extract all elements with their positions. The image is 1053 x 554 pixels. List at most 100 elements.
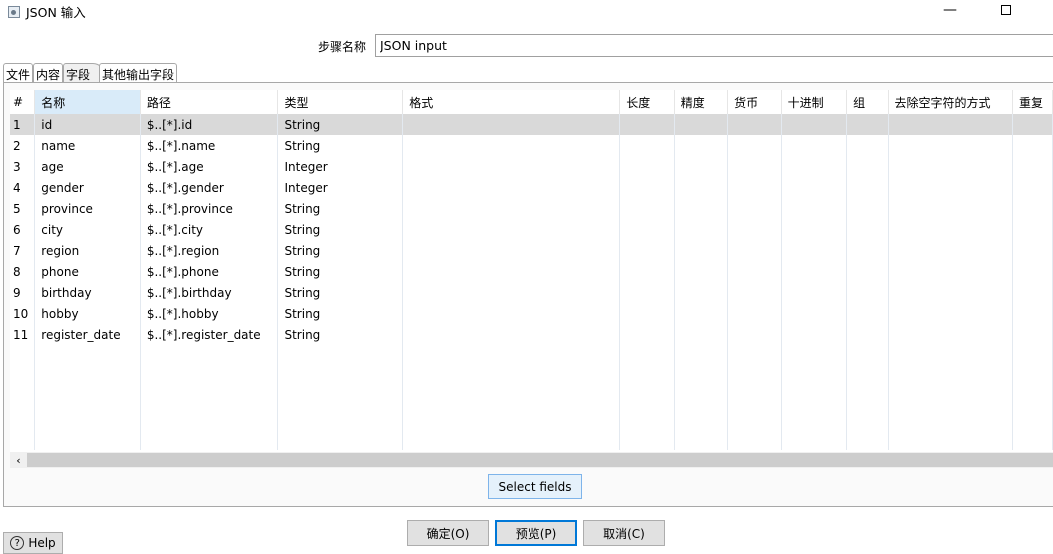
table-cell[interactable] — [781, 387, 848, 408]
table-cell[interactable] — [277, 366, 404, 387]
table-cell[interactable] — [674, 387, 729, 408]
table-cell[interactable]: String — [277, 282, 404, 303]
table-cell[interactable] — [674, 240, 729, 261]
table-cell[interactable] — [846, 135, 889, 156]
table-cell[interactable] — [727, 429, 782, 450]
table-cell[interactable]: $..[*].birthday — [140, 282, 279, 303]
table-cell[interactable] — [846, 198, 889, 219]
table-cell[interactable] — [846, 345, 889, 366]
table-cell[interactable] — [34, 345, 141, 366]
empty-row[interactable] — [10, 387, 1053, 408]
table-cell[interactable] — [402, 408, 621, 429]
table-row[interactable]: 9 birthday $..[*].birthday String — [10, 282, 1053, 303]
table-cell[interactable]: $..[*].hobby — [140, 303, 279, 324]
table-cell[interactable] — [846, 114, 889, 135]
table-cell[interactable] — [888, 408, 1014, 429]
column-header[interactable]: 组 — [846, 90, 889, 114]
table-cell[interactable] — [277, 387, 404, 408]
table-cell[interactable] — [846, 219, 889, 240]
table-cell[interactable] — [674, 261, 729, 282]
table-cell[interactable] — [402, 366, 621, 387]
table-cell[interactable] — [619, 114, 675, 135]
table-cell[interactable] — [888, 429, 1014, 450]
table-cell[interactable] — [674, 324, 729, 345]
column-header[interactable]: # ^ — [10, 90, 36, 114]
table-cell[interactable]: 1 — [10, 114, 36, 135]
table-cell[interactable] — [277, 408, 404, 429]
table-cell[interactable] — [34, 366, 141, 387]
table-cell[interactable] — [1012, 408, 1053, 429]
table-row[interactable]: 5 province $..[*].province String — [10, 198, 1053, 219]
table-cell[interactable] — [402, 156, 621, 177]
table-cell[interactable] — [727, 408, 782, 429]
table-cell[interactable] — [781, 303, 848, 324]
table-cell[interactable] — [619, 303, 675, 324]
table-row[interactable]: 7 region $..[*].region String — [10, 240, 1053, 261]
table-cell[interactable] — [140, 366, 279, 387]
table-cell[interactable] — [619, 387, 675, 408]
table-cell[interactable] — [846, 408, 889, 429]
table-cell[interactable] — [1012, 345, 1053, 366]
table-cell[interactable] — [1012, 198, 1053, 219]
table-cell[interactable] — [888, 219, 1014, 240]
table-cell[interactable] — [781, 408, 848, 429]
scroll-left-icon[interactable]: ‹ — [10, 452, 27, 468]
table-cell[interactable] — [1012, 303, 1053, 324]
table-cell[interactable] — [888, 366, 1014, 387]
table-cell[interactable] — [888, 324, 1014, 345]
table-cell[interactable]: city — [34, 219, 141, 240]
table-cell[interactable] — [888, 240, 1014, 261]
column-header[interactable]: 去除空字符的方式 — [888, 90, 1014, 114]
table-cell[interactable] — [846, 366, 889, 387]
table-cell[interactable] — [846, 240, 889, 261]
table-cell[interactable]: Integer — [277, 156, 404, 177]
table-cell[interactable] — [727, 345, 782, 366]
table-cell[interactable]: 3 — [10, 156, 36, 177]
table-cell[interactable] — [888, 114, 1014, 135]
table-row[interactable]: 2 name $..[*].name String — [10, 135, 1053, 156]
table-cell[interactable]: 9 — [10, 282, 36, 303]
column-header[interactable]: 名称 — [34, 90, 141, 114]
table-cell[interactable] — [888, 135, 1014, 156]
table-cell[interactable] — [781, 114, 848, 135]
table-cell[interactable]: 7 — [10, 240, 36, 261]
table-cell[interactable] — [10, 408, 36, 429]
table-cell[interactable]: String — [277, 303, 404, 324]
table-cell[interactable] — [846, 282, 889, 303]
table-cell[interactable] — [846, 429, 889, 450]
table-cell[interactable] — [888, 345, 1014, 366]
table-cell[interactable] — [402, 282, 621, 303]
empty-row[interactable] — [10, 429, 1053, 450]
table-cell[interactable]: 10 — [10, 303, 36, 324]
table-row[interactable]: 10 hobby $..[*].hobby String — [10, 303, 1053, 324]
table-cell[interactable]: 5 — [10, 198, 36, 219]
table-cell[interactable] — [888, 303, 1014, 324]
table-cell[interactable]: 6 — [10, 219, 36, 240]
table-cell[interactable] — [1012, 240, 1053, 261]
select-fields-button[interactable]: Select fields — [488, 474, 582, 499]
table-cell[interactable]: String — [277, 114, 404, 135]
table-cell[interactable]: $..[*].phone — [140, 261, 279, 282]
table-cell[interactable] — [781, 261, 848, 282]
table-cell[interactable] — [846, 261, 889, 282]
scrollbar-thumb[interactable] — [27, 453, 1053, 467]
table-cell[interactable] — [619, 240, 675, 261]
table-cell[interactable] — [1012, 114, 1053, 135]
table-cell[interactable] — [619, 408, 675, 429]
table-cell[interactable]: 2 — [10, 135, 36, 156]
table-cell[interactable]: $..[*].id — [140, 114, 279, 135]
table-cell[interactable] — [1012, 177, 1053, 198]
table-cell[interactable]: $..[*].name — [140, 135, 279, 156]
table-cell[interactable] — [727, 240, 782, 261]
table-cell[interactable] — [781, 366, 848, 387]
empty-row[interactable] — [10, 345, 1053, 366]
table-cell[interactable] — [727, 282, 782, 303]
table-cell[interactable] — [277, 429, 404, 450]
table-cell[interactable]: $..[*].city — [140, 219, 279, 240]
table-cell[interactable]: region — [34, 240, 141, 261]
table-cell[interactable] — [1012, 135, 1053, 156]
table-cell[interactable] — [674, 366, 729, 387]
maximize-button[interactable] — [986, 0, 1026, 20]
table-cell[interactable] — [781, 282, 848, 303]
column-header[interactable]: 类型 — [277, 90, 404, 114]
